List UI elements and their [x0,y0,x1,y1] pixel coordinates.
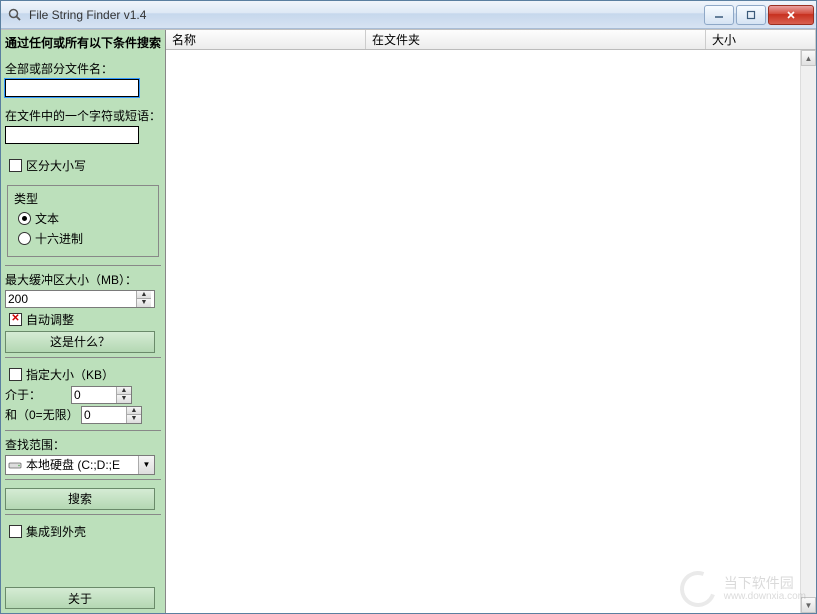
scope-label: 查找范围： [5,436,161,453]
close-button[interactable] [768,5,814,25]
and-spinner[interactable]: ▲▼ [81,406,142,424]
down-arrow-icon[interactable]: ▼ [127,415,141,423]
about-label: 关于 [68,590,92,607]
watermark-url: www.downxia.com [724,591,806,602]
titlebar[interactable]: File String Finder v1.4 [1,1,816,29]
between-spinner[interactable]: ▲▼ [71,386,132,404]
whatis-button[interactable]: 这是什么？ [5,331,155,353]
watermark-text: 当下软件园 [724,576,806,591]
up-arrow-icon[interactable]: ▲ [137,291,151,300]
watermark: 当下软件园 www.downxia.com [680,571,806,607]
and-label: 和（0=无限） [5,406,77,423]
type-hex-label: 十六进制 [35,230,83,247]
about-button[interactable]: 关于 [5,587,155,609]
whatis-label: 这是什么？ [50,333,110,350]
results-list[interactable]: ▲ ▼ 当下软件园 www.downxia.com [166,50,816,613]
up-arrow-icon[interactable]: ▲ [127,407,141,416]
minimize-button[interactable] [704,5,734,25]
autoadjust-row[interactable]: ✕ 自动调整 [5,311,161,328]
type-legend: 类型 [14,190,152,207]
scope-combo[interactable]: 本地硬盘 (C:;D:;E ▼ [5,455,155,475]
phrase-input[interactable] [5,126,139,144]
scroll-down-icon[interactable]: ▼ [801,597,816,613]
buffer-arrows[interactable]: ▲▼ [136,291,151,307]
search-label: 搜索 [68,490,92,507]
vertical-scrollbar[interactable]: ▲ ▼ [800,50,816,613]
search-button[interactable]: 搜索 [5,488,155,510]
phrase-label: 在文件中的一个字符或短语： [5,107,161,124]
app-window: File String Finder v1.4 通过任何或所有以下条件搜索 全部… [0,0,817,614]
col-size[interactable]: 大小 [706,30,816,49]
shell-label: 集成到外壳 [26,523,86,540]
drive-icon [6,460,24,470]
buffer-spinner[interactable]: ▲▼ [5,290,155,308]
maximize-button[interactable] [736,5,766,25]
down-arrow-icon[interactable]: ▼ [117,395,131,403]
up-arrow-icon[interactable]: ▲ [117,387,131,396]
shell-row[interactable]: 集成到外壳 [5,523,161,540]
results-area: 名称 在文件夹 大小 ▲ ▼ 当下软件园 www.downxia.com [166,30,816,613]
results-header: 名称 在文件夹 大小 [166,30,816,50]
between-input[interactable] [72,387,116,403]
watermark-logo-icon [674,565,722,613]
case-checkbox[interactable] [9,159,22,172]
scroll-up-icon[interactable]: ▲ [801,50,816,66]
autoadjust-checkbox[interactable]: ✕ [9,313,22,326]
filename-input[interactable] [5,79,139,97]
case-label: 区分大小写 [26,157,86,174]
type-hex-row[interactable]: 十六进制 [14,230,152,247]
scroll-track[interactable] [801,66,816,597]
type-text-row[interactable]: 文本 [14,210,152,227]
window-buttons [702,5,814,25]
col-folder[interactable]: 在文件夹 [366,30,706,49]
and-arrows[interactable]: ▲▼ [126,407,141,423]
col-name[interactable]: 名称 [166,30,366,49]
type-text-radio[interactable] [18,212,31,225]
between-arrows[interactable]: ▲▼ [116,387,131,403]
autoadjust-label: 自动调整 [26,311,74,328]
filename-label: 全部或部分文件名： [5,60,161,77]
down-arrow-icon[interactable]: ▼ [137,299,151,307]
and-input[interactable] [82,407,126,423]
client-area: 通过任何或所有以下条件搜索 全部或部分文件名： 在文件中的一个字符或短语： 区分… [1,29,816,613]
between-label: 介于： [5,386,67,403]
search-panel: 通过任何或所有以下条件搜索 全部或部分文件名： 在文件中的一个字符或短语： 区分… [1,30,166,613]
size-enable-row[interactable]: 指定大小（KB） [5,366,161,383]
type-fieldset: 类型 文本 十六进制 [7,185,159,257]
buffer-label: 最大缓冲区大小（MB）： [5,271,161,288]
scope-value: 本地硬盘 (C:;D:;E [24,456,138,473]
type-hex-radio[interactable] [18,232,31,245]
app-icon [7,7,23,23]
case-checkbox-row[interactable]: 区分大小写 [5,157,161,174]
scope-dropdown-icon[interactable]: ▼ [138,456,154,474]
type-text-label: 文本 [35,210,59,227]
panel-title: 通过任何或所有以下条件搜索 [5,34,161,56]
window-title: File String Finder v1.4 [29,8,702,22]
buffer-input[interactable] [6,291,136,307]
size-enable-label: 指定大小（KB） [26,366,114,383]
size-enable-checkbox[interactable] [9,368,22,381]
shell-checkbox[interactable] [9,525,22,538]
